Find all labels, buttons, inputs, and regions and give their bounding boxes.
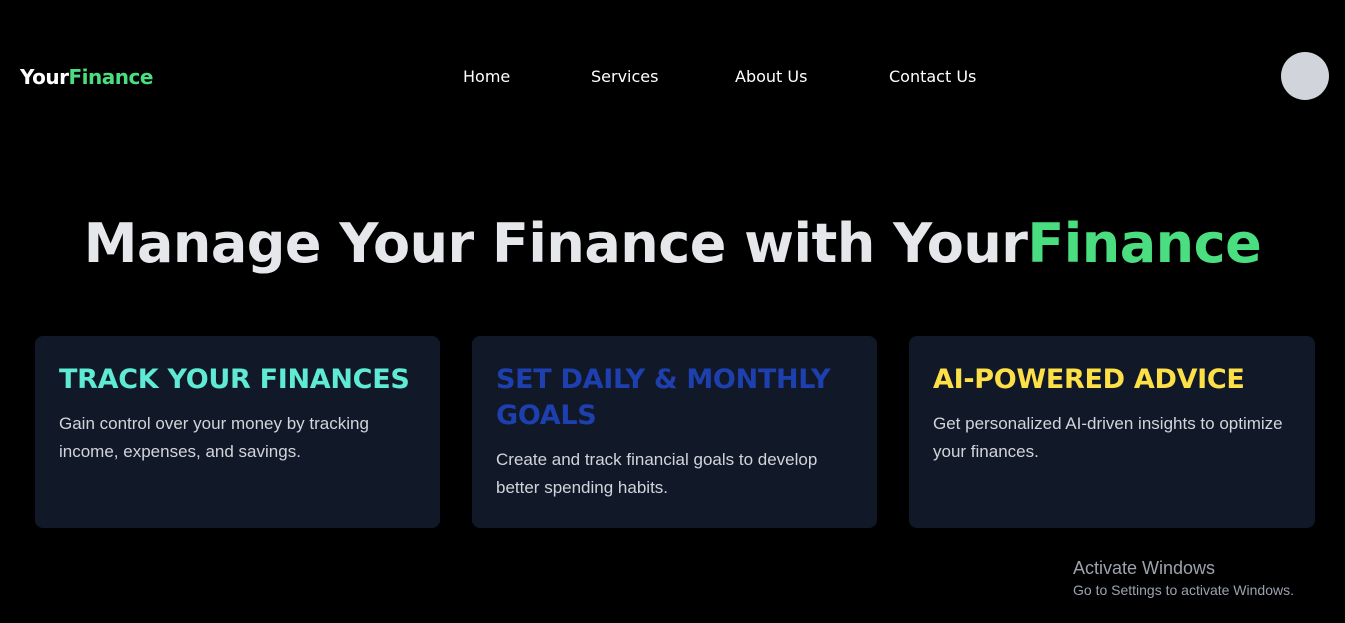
main-nav: Home Services About Us Contact Us: [0, 67, 1345, 89]
watermark-subtitle: Go to Settings to activate Windows.: [1073, 582, 1294, 598]
nav-link-about-us[interactable]: About Us: [735, 67, 807, 86]
feature-card-text: Create and track financial goals to deve…: [496, 450, 818, 497]
activate-windows-watermark: Activate Windows Go to Settings to activ…: [1073, 556, 1294, 600]
page: YourFinance Home Services About Us Conta…: [0, 0, 1345, 623]
watermark-title: Activate Windows: [1073, 558, 1216, 578]
feature-card-text: Get personalized AI-driven insights to o…: [933, 414, 1283, 461]
feature-card-title: SET DAILY & MONTHLY GOALS: [496, 364, 831, 431]
feature-card-title: TRACK YOUR FINANCES: [59, 364, 410, 395]
hero-title-main: Manage Your Finance with Your: [83, 212, 1028, 275]
nav-link-contact-us[interactable]: Contact Us: [889, 67, 976, 86]
feature-card-track-finances[interactable]: TRACK YOUR FINANCES Gain control over yo…: [35, 336, 440, 528]
feature-card-title: AI-POWERED ADVICE: [933, 364, 1245, 395]
nav-link-home[interactable]: Home: [463, 67, 510, 86]
nav-link-services[interactable]: Services: [591, 67, 658, 86]
feature-card-ai-advice[interactable]: AI-POWERED ADVICE Get personalized AI-dr…: [909, 336, 1315, 528]
feature-card-text: Gain control over your money by tracking…: [59, 414, 369, 461]
hero-title: Manage Your Finance with YourFinance: [0, 212, 1345, 275]
user-avatar[interactable]: [1281, 52, 1329, 100]
hero-title-accent: Finance: [1027, 212, 1262, 275]
feature-card-goals[interactable]: SET DAILY & MONTHLY GOALS Create and tra…: [472, 336, 877, 528]
